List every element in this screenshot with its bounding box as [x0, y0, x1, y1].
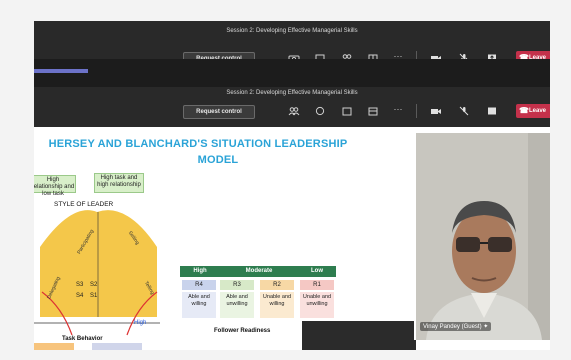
slide-title-line1: HERSEY AND BLANCHARD'S SITUATION LEADERS… [48, 138, 348, 150]
axis-high-label: High [134, 320, 147, 326]
share-icon[interactable] [486, 106, 498, 116]
box-bottom-left [34, 343, 74, 350]
participant-name-tag: Vinay Pandey (Guest) ✦ [420, 322, 492, 331]
more-icon[interactable]: ··· [392, 104, 404, 114]
request-control-button-shared[interactable]: Request control [183, 105, 255, 119]
pin-icon: ✦ [483, 324, 489, 330]
leadership-curve-diagram [34, 210, 160, 336]
bell-curve [40, 210, 157, 317]
header-high: High [180, 266, 220, 277]
desc-r4: Able and willing [182, 292, 216, 318]
slide-title-line2: MODEL [197, 154, 239, 166]
box-bottom-right [92, 343, 142, 350]
session-title-shared: Session 2: Developing Effective Manageri… [226, 90, 358, 96]
slide-bottom-dark [302, 321, 416, 350]
header-low: Low [298, 266, 336, 277]
apps-icon[interactable] [367, 106, 379, 116]
task-behavior-label: Task Behavior [62, 336, 103, 342]
leave-button-shared[interactable]: ☎ Leave [516, 104, 550, 118]
shared-screen-strip [34, 59, 550, 87]
desc-r2: Unable and willing [260, 292, 294, 318]
quadrant-s2: S2 [90, 282, 98, 288]
level-r2: R2 [260, 280, 294, 290]
session-title: Session 2: Developing Effective Manageri… [226, 28, 358, 34]
mic-icon[interactable] [458, 106, 470, 116]
participants-icon[interactable] [288, 106, 300, 116]
quadrant-s1: S1 [90, 293, 98, 299]
level-r4: R4 [182, 280, 216, 290]
meeting-toolbar-top: Session 2: Developing Effective Manageri… [34, 21, 550, 66]
level-r3: R3 [220, 280, 254, 290]
follower-readiness-caption: Follower Readiness [214, 328, 271, 334]
header-moderate: Moderate [220, 266, 298, 277]
phone-icon: ☎ [519, 106, 529, 115]
meeting-window: Session 2: Developing Effective Manageri… [34, 21, 550, 350]
presentation-slide: HERSEY AND BLANCHARD'S SITUATION LEADERS… [34, 127, 414, 350]
toolbar-separator [416, 104, 417, 118]
participant-video[interactable]: Vinay Pandey (Guest) ✦ [414, 133, 550, 340]
progress-strip [34, 69, 88, 73]
desc-r1: Unable and unwilling [300, 292, 334, 318]
level-r1: R1 [300, 280, 334, 290]
participant-name: Vinay Pandey (Guest) [423, 324, 482, 330]
participant-avatar-video [416, 133, 550, 340]
meeting-toolbar-shared: Session 2: Developing Effective Manageri… [34, 87, 550, 127]
quadrant-s3: S3 [76, 282, 84, 288]
box-high-relationship: High relationship and low task [34, 175, 76, 197]
video-icon[interactable] [430, 106, 442, 116]
leave-label: Leave [529, 108, 547, 114]
desc-r3: Able and unwilling [220, 292, 254, 318]
screenshot-frame: Session 2: Developing Effective Manageri… [0, 0, 571, 360]
chat-icon[interactable] [314, 106, 326, 116]
box-high-task: High task and high relationship [94, 173, 144, 193]
rooms-icon[interactable] [341, 106, 353, 116]
quadrant-s4: S4 [76, 293, 84, 299]
